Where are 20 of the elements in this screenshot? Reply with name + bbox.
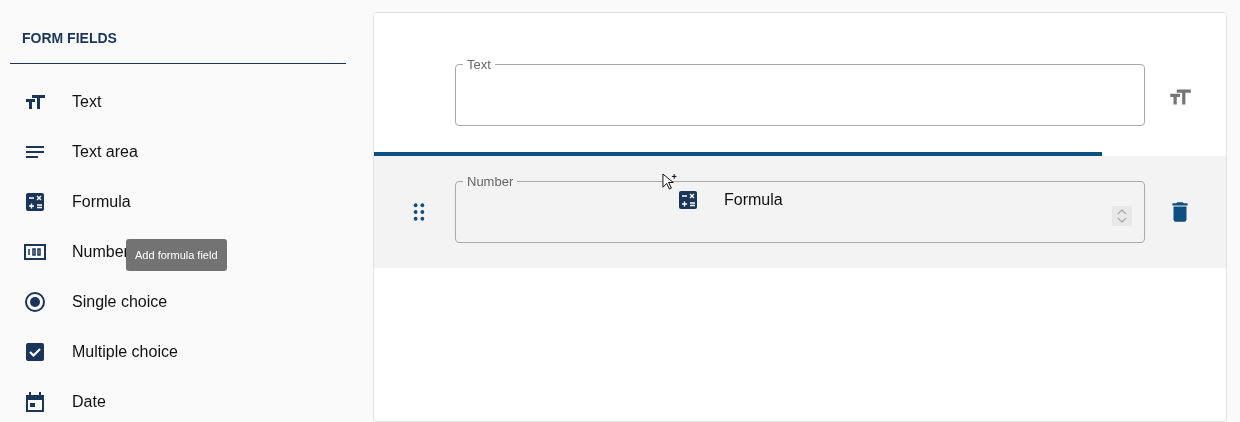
calculator-icon[interactable] xyxy=(23,190,47,214)
field-type-label[interactable]: Multiple choice xyxy=(72,343,178,361)
radio-icon[interactable] xyxy=(23,290,47,314)
cursor-icon xyxy=(662,173,677,192)
sidebar-title: FORM FIELDS xyxy=(21,29,118,48)
drag-handle-icon[interactable] xyxy=(412,203,425,221)
calendar-icon[interactable] xyxy=(23,390,47,414)
checkbox-icon[interactable] xyxy=(23,340,47,364)
field-type-label[interactable]: Single choice xyxy=(72,293,168,311)
field-type-label[interactable]: Text xyxy=(72,93,102,111)
field-label: Number xyxy=(463,174,518,189)
field-type-label[interactable]: Number xyxy=(72,243,129,261)
field-type-label[interactable]: Formula xyxy=(72,193,131,211)
drag-preview-label: Formula xyxy=(724,191,783,209)
field-type-label[interactable]: Text area xyxy=(72,143,138,161)
calculator-icon xyxy=(676,188,700,212)
field-type-label[interactable]: Date xyxy=(72,393,106,411)
tooltip: Add formula field xyxy=(126,239,227,271)
field-row[interactable]: Text xyxy=(374,13,1226,152)
field-label: Text xyxy=(463,57,495,72)
